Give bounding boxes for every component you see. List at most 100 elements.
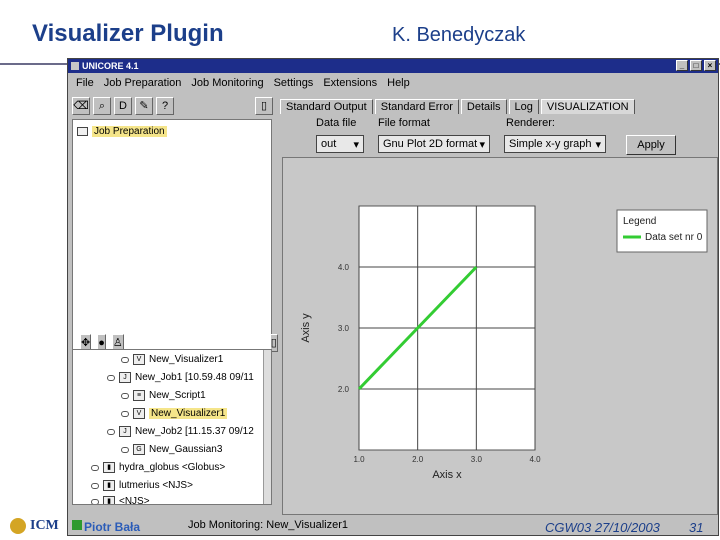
tree-item[interactable]: G New_Gaussian3 [121,444,222,455]
chevron-down-icon: ▾ [595,138,601,151]
key-icon [107,428,115,435]
legend-entry: Data set nr 0 [645,232,703,243]
form-controls: out ▾ Gnu Plot 2D format ▾ Simple x-y gr… [316,135,606,153]
file-format-value: Gnu Plot 2D format [383,138,478,150]
gaussian-icon: G [133,444,145,455]
tree-item-label: New_Script1 [149,390,206,401]
tree-item-label: New_Job2 [11.15.37 09/12 [135,426,254,437]
key-icon [121,446,129,453]
icm-logo: ICM [30,518,59,533]
tree-item[interactable]: J New_Job1 [10.59.48 09/11 [107,372,254,383]
job-monitor-tree: V New_Visualizer1 J New_Job1 [10.59.48 0… [72,349,272,505]
menu-job-preparation[interactable]: Job Preparation [104,77,182,89]
data-file-label: Data file [316,117,357,129]
key-icon [91,498,99,504]
unicore-window: UNICORE 4.1 _ □ × File Job Preparation J… [67,58,719,536]
tree-item[interactable]: V New_Visualizer1 [121,354,223,365]
minimize-button[interactable]: _ [676,60,688,71]
job-prep-toolbar: ⌫ ⌕ D ✎ ? ▯ [72,95,273,117]
key-icon [91,464,99,471]
tree-item[interactable]: J New_Job2 [11.15.37 09/12 [107,426,254,437]
menu-help[interactable]: Help [387,77,410,89]
key-icon [121,392,129,399]
chevron-down-icon: ▾ [353,138,359,151]
tree-item-label: New_Visualizer1 [149,408,228,419]
tab-visualization[interactable]: VISUALIZATION [540,99,635,114]
data-file-value: out [321,138,337,150]
x-axis-label: Axis x [432,469,462,481]
y-tick-label: 4.0 [338,263,350,272]
folder-icon [77,127,88,136]
tree-item[interactable]: ≡ New_Script1 [121,390,206,401]
tree-item-selected[interactable]: V New_Visualizer1 [121,408,228,419]
help-icon[interactable]: ? [156,97,174,115]
chart-svg: 1.0 2.0 3.0 4.0 2.0 3.0 4.0 Axis x Axis y Legend D… [300,205,708,481]
x-tick-label: 3.0 [471,455,483,464]
key-icon [107,374,115,381]
renderer-label: Renderer: [506,117,555,129]
edit-icon[interactable]: ✎ [135,97,153,115]
renderer-value: Simple x-y graph [509,138,592,150]
window-title: UNICORE 4.1 [82,61,139,71]
tree-scrollbar[interactable] [263,350,271,504]
file-format-select[interactable]: Gnu Plot 2D format ▾ [378,135,490,153]
menu-job-monitoring[interactable]: Job Monitoring [191,77,263,89]
key-icon [91,482,99,489]
status-icon [72,520,82,530]
key-icon [121,356,129,363]
search-icon[interactable]: ⌕ [93,97,111,115]
form-labels: Data file File format Renderer: [316,117,555,129]
tree-item[interactable]: ▮ hydra_globus <Globus> [91,462,225,473]
x-tick-label: 1.0 [353,455,365,464]
tree-item-label: New_Visualizer1 [149,354,224,365]
plot-area: 1.0 2.0 3.0 4.0 2.0 3.0 4.0 Axis x Axis y Legend D… [282,157,718,515]
trash-icon[interactable]: ▯ [255,97,273,115]
job-icon: J [119,426,131,437]
visualizer-icon: V [133,408,145,419]
app-icon [71,62,79,70]
chevron-down-icon: ▾ [479,138,485,151]
tab-log[interactable]: Log [508,99,539,114]
menu-file[interactable]: File [76,77,94,89]
y-tick-label: 3.0 [338,324,350,333]
renderer-select[interactable]: Simple x-y graph ▾ [504,135,606,153]
window-titlebar[interactable]: UNICORE 4.1 _ □ × [68,59,718,73]
sun-logo-icon [10,518,26,534]
tree-item-label: New_Job1 [10.59.48 09/11 [135,372,254,383]
output-tabs: Standard Output Standard Error Details L… [280,99,635,114]
status-text: Job Monitoring: New_Visualizer1 [188,519,348,531]
delete-icon[interactable]: ⌫ [72,97,90,115]
tree-item-label: lutmerius <NJS> [119,480,193,491]
slide-title: Visualizer Plugin [32,20,224,47]
tab-details[interactable]: Details [460,99,507,114]
y-axis-label: Axis y [300,313,312,343]
tab-standard-error[interactable]: Standard Error [374,99,459,114]
close-button[interactable]: × [704,60,716,71]
doc-icon[interactable]: D [114,97,132,115]
y-tick-label: 2.0 [338,385,350,394]
menu-settings[interactable]: Settings [274,77,314,89]
server-icon: ▮ [103,496,115,504]
server-icon: ▮ [103,462,115,473]
page-number: 31 [689,520,704,535]
visualizer-icon: V [133,354,145,365]
file-format-label: File format [378,117,430,129]
tree-node-job-preparation[interactable]: Job Preparation [77,126,167,137]
tree-node-label: Job Preparation [92,126,167,137]
x-tick-label: 4.0 [529,455,541,464]
key-icon [121,410,129,417]
tab-standard-output[interactable]: Standard Output [280,99,373,114]
output-panel: Standard Output Standard Error Details L… [280,95,718,515]
tree-item-label: <NJS> [119,496,150,505]
menu-extensions[interactable]: Extensions [323,77,377,89]
footer-conference: CGW03 27/10/2003 [545,520,660,535]
maximize-button[interactable]: □ [690,60,702,71]
script-icon: ≡ [133,390,145,401]
apply-button[interactable]: Apply [626,135,676,155]
tree-item-label: New_Gaussian3 [149,444,223,455]
tree-item-label: hydra_globus <Globus> [119,462,226,473]
tree-item[interactable]: ▮ lutmerius <NJS> [91,480,193,491]
x-tick-label: 2.0 [412,455,424,464]
data-file-select[interactable]: out ▾ [316,135,364,153]
tree-item[interactable]: ▮ <NJS> [91,496,150,505]
